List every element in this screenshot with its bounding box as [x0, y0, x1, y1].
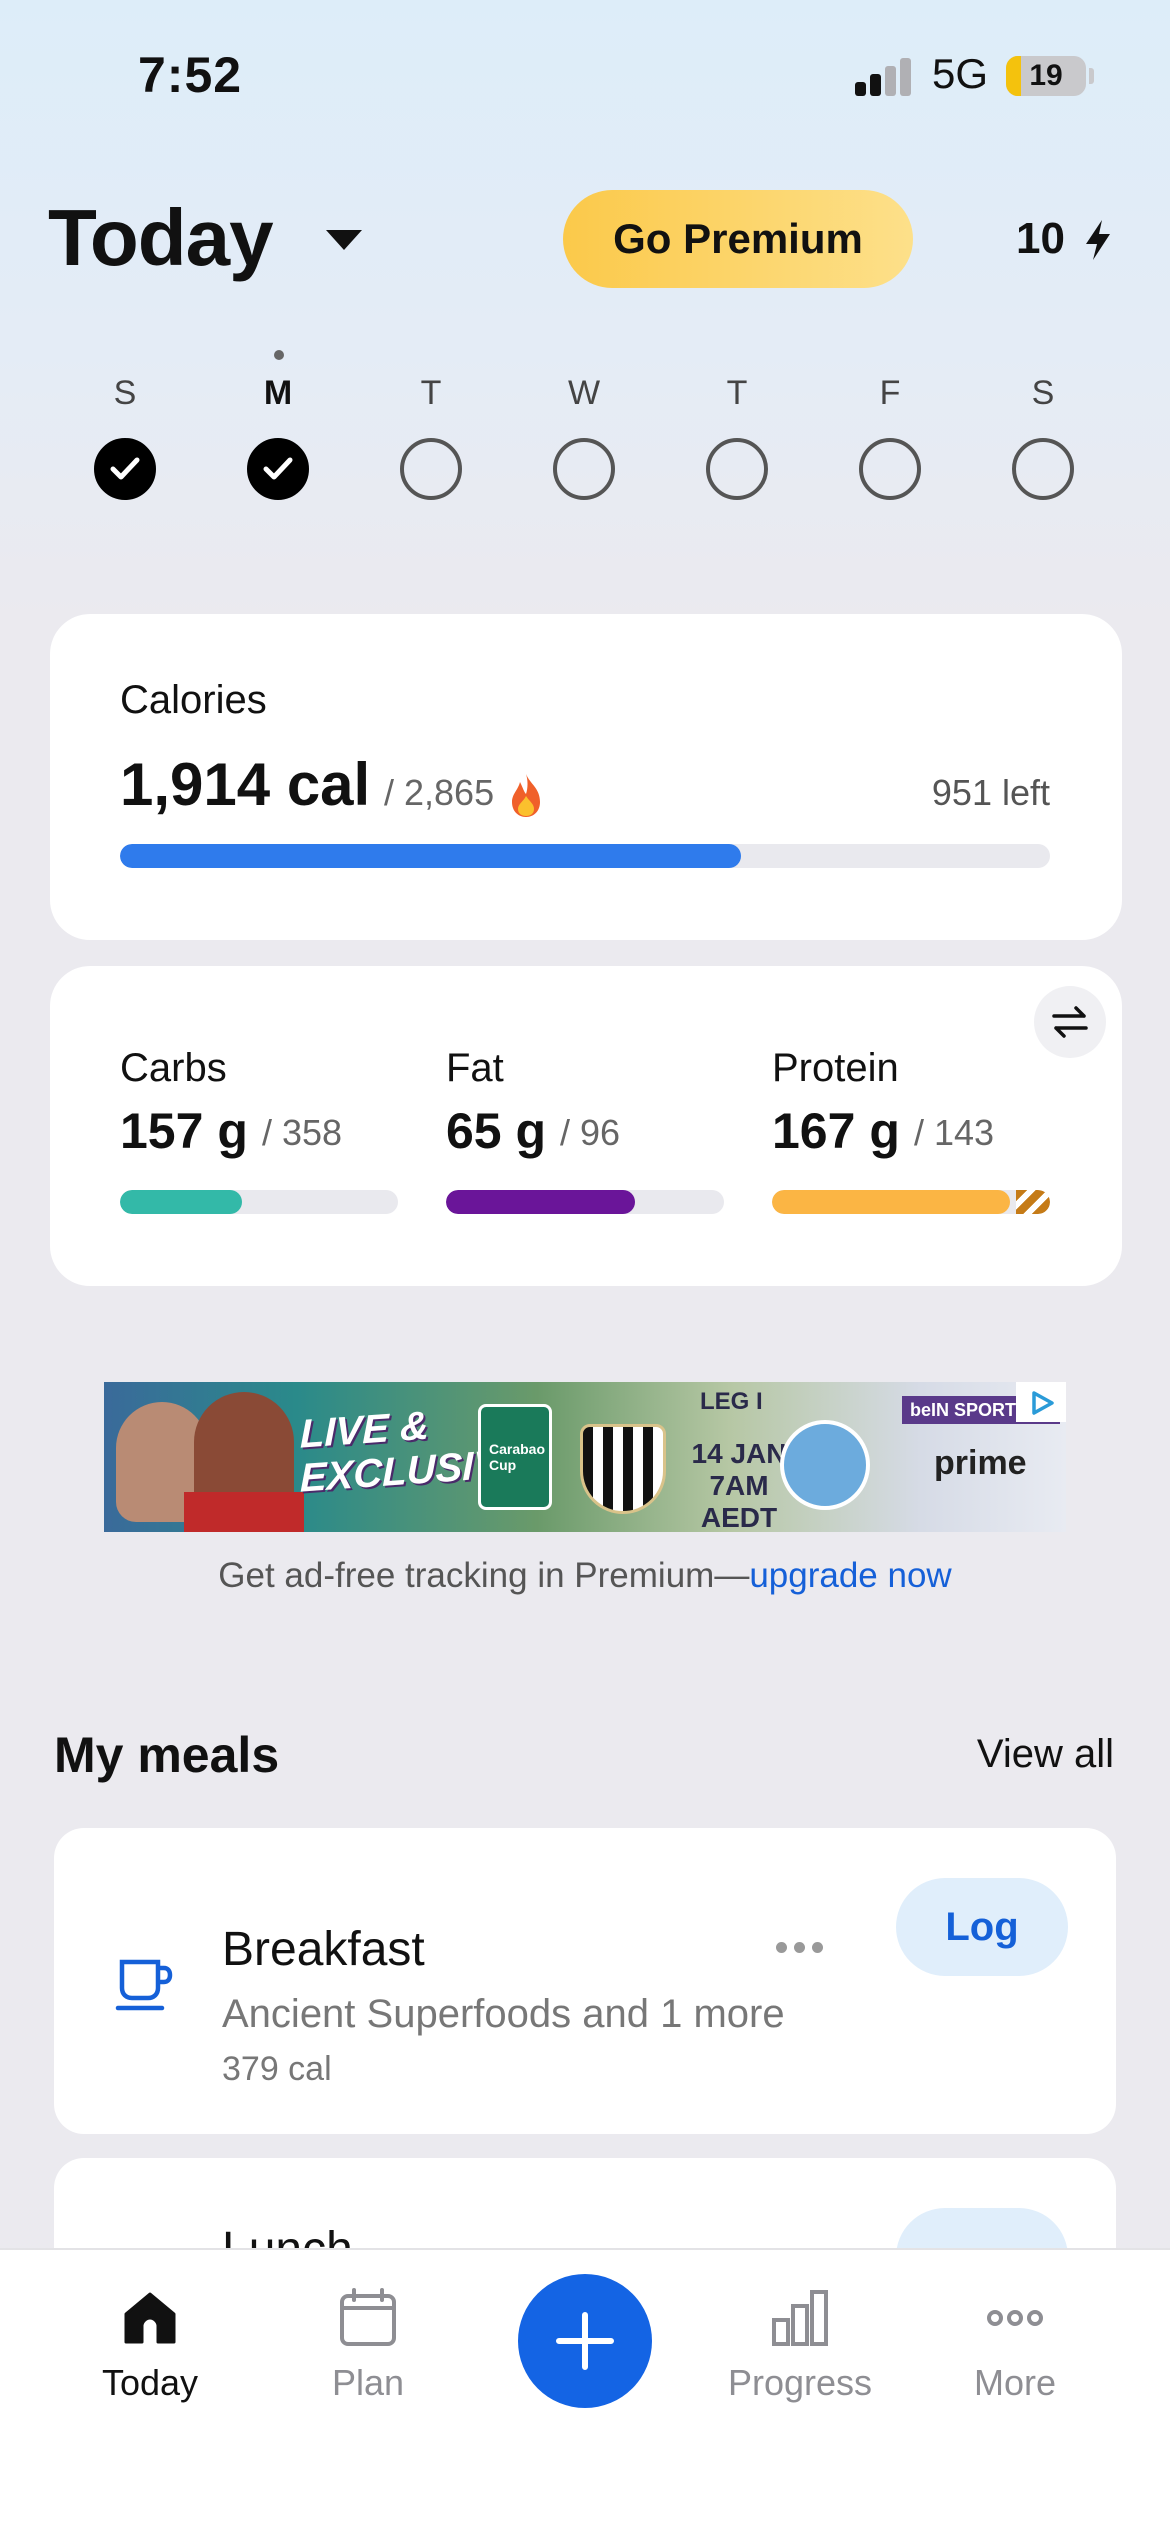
meal-description: Ancient Superfoods and 1 more — [222, 1992, 785, 2036]
macro-value: 167 g — [772, 1103, 900, 1159]
week-day-label: M — [263, 374, 293, 412]
macro-name: Protein — [772, 1046, 899, 1090]
log-breakfast-button[interactable]: Log — [896, 1878, 1068, 1976]
tab-label: Today — [101, 2362, 199, 2403]
network-label: 5G — [932, 50, 989, 97]
ad-free-caption: Get ad-free tracking in Premium—upgrade … — [218, 1556, 952, 1595]
day-incomplete-circle[interactable] — [553, 438, 615, 500]
macro-progress-fill — [446, 1190, 636, 1214]
macro-progress-bar — [772, 1190, 1050, 1214]
week-day-label: S — [113, 374, 137, 412]
battery-level: 19 — [1029, 59, 1063, 92]
my-meals-title: My meals — [54, 1727, 280, 1783]
upgrade-now-link[interactable]: upgrade now — [749, 1556, 951, 1595]
macro-value: 65 g — [446, 1103, 547, 1159]
page-title[interactable]: Today — [48, 192, 274, 284]
day-incomplete-circle[interactable] — [859, 438, 921, 500]
tab-more[interactable]: More — [925, 2286, 1105, 2404]
day-complete-check[interactable] — [247, 438, 309, 500]
macro-over-goal-indicator — [1016, 1190, 1050, 1214]
ad-partner: prime — [934, 1444, 1027, 1482]
calories-card[interactable]: Calories 1,914 cal / 2,865 951 left — [50, 614, 1122, 940]
add-button[interactable] — [518, 2274, 652, 2408]
calendar-icon — [340, 2288, 396, 2346]
day-incomplete-circle[interactable] — [400, 438, 462, 500]
tab-label: More — [973, 2362, 1057, 2403]
ad-headline: LIVE & EXCLUSIVE — [300, 1403, 527, 1501]
status-time: 7:52 — [138, 47, 243, 103]
more-icon — [987, 2310, 1043, 2326]
calories-remaining: 951 left — [931, 772, 1050, 813]
tab-bar: Today Plan Progress More — [0, 2248, 1170, 2532]
today-indicator — [274, 350, 284, 360]
calories-label: Calories — [120, 678, 267, 722]
home-icon — [124, 2292, 176, 2344]
meal-card-breakfast[interactable]: Breakfast Log Ancient Superfoods and 1 m… — [54, 1828, 1116, 2134]
week-day-label: W — [567, 374, 601, 412]
plus-icon — [556, 2312, 614, 2370]
day-incomplete-circle[interactable] — [1012, 438, 1074, 500]
week-day-label: S — [1031, 374, 1055, 412]
ad-team-crest — [780, 1420, 870, 1510]
ad-team-crest — [580, 1424, 666, 1514]
macro-value: 157 g — [120, 1103, 248, 1159]
tab-progress[interactable]: Progress — [710, 2286, 890, 2404]
macro-goal: / 96 — [560, 1112, 621, 1153]
coffee-cup-icon — [115, 1959, 173, 2011]
ad-cup-logo: Carabao Cup — [478, 1404, 552, 1510]
view-all-link[interactable]: View all — [977, 1732, 1114, 1777]
signal-icon — [855, 58, 913, 96]
macros-card[interactable]: Carbs 157 g / 358 Fat 65 g / 96 Protein 167 g / … — [50, 966, 1122, 1286]
fire-icon — [512, 774, 540, 817]
bolt-icon[interactable] — [1082, 218, 1114, 262]
tab-today[interactable]: Today — [60, 2286, 240, 2404]
tab-label: Progress — [727, 2362, 873, 2403]
ad-player-shirt — [184, 1492, 304, 1532]
bar-chart-icon — [772, 2290, 828, 2346]
calories-value: 1,914 cal — [120, 751, 371, 818]
checkmark-icon — [110, 457, 140, 480]
macro-name: Carbs — [120, 1046, 227, 1090]
week-day-label: F — [879, 374, 901, 412]
day-complete-check[interactable] — [94, 438, 156, 500]
macro-progress-fill — [120, 1190, 243, 1214]
week-day-label: T — [726, 374, 748, 412]
macro-goal: / 143 — [914, 1112, 995, 1153]
macro-progress-bar — [446, 1190, 724, 1214]
battery-tip — [1089, 68, 1094, 84]
ad-banner[interactable]: LIVE & EXCLUSIVE Carabao Cup LEG I 14 JA… — [104, 1382, 1066, 1532]
streak-count[interactable]: 10 — [1016, 214, 1065, 264]
swap-arrows-icon — [1052, 1006, 1088, 1038]
day-incomplete-circle[interactable] — [706, 438, 768, 500]
battery-icon: 19 — [1006, 56, 1086, 96]
calories-progress-fill — [120, 844, 742, 868]
ad-leg: LEG I — [700, 1388, 763, 1415]
tab-label: Plan — [331, 2362, 405, 2403]
calories-progress-bar — [120, 844, 1050, 868]
go-premium-button[interactable]: Go Premium — [563, 190, 913, 288]
meal-calories: 379 cal — [222, 2050, 332, 2088]
macro-goal: / 358 — [262, 1112, 343, 1153]
calories-goal: / 2,865 — [384, 772, 495, 813]
macro-name: Fat — [446, 1046, 504, 1090]
chevron-down-icon[interactable] — [326, 230, 362, 250]
macro-progress-fill — [772, 1190, 1010, 1214]
ad-choices-icon[interactable] — [1016, 1382, 1066, 1422]
tab-plan[interactable]: Plan — [278, 2286, 458, 2404]
swap-view-button[interactable] — [1034, 986, 1106, 1058]
checkmark-icon — [263, 457, 293, 480]
more-options-icon[interactable] — [774, 1928, 834, 1968]
macro-progress-bar — [120, 1190, 398, 1214]
meal-name: Breakfast — [222, 1923, 425, 1976]
week-day-label: T — [420, 374, 442, 412]
